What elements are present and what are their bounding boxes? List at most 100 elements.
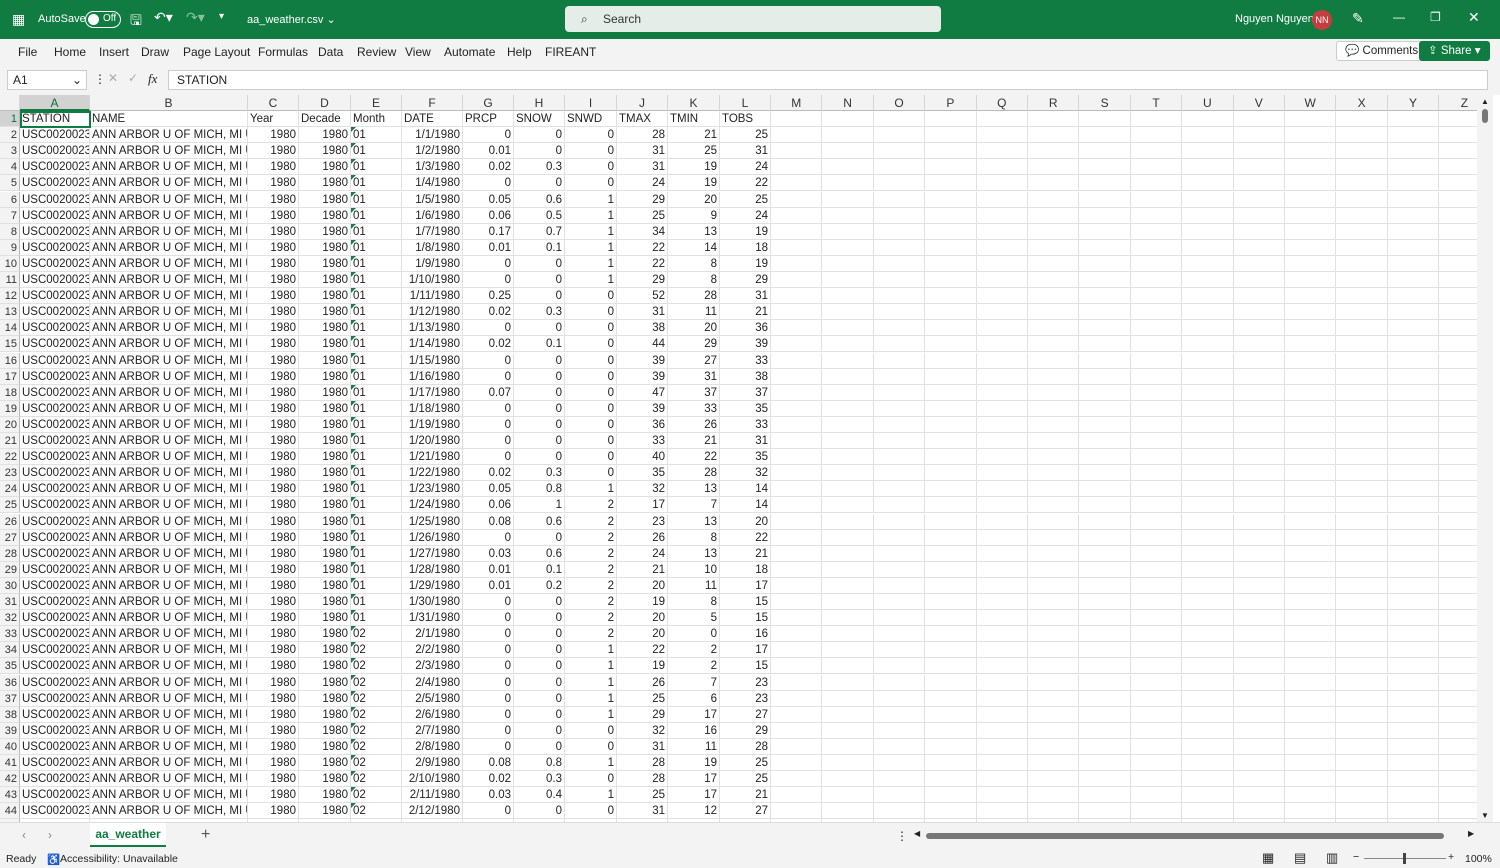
cell[interactable]: ANN ARBOR U OF MICH, MI US bbox=[90, 143, 248, 160]
cell[interactable]: 0 bbox=[463, 352, 514, 369]
cell[interactable] bbox=[925, 787, 977, 804]
cell[interactable] bbox=[1182, 352, 1234, 369]
cell[interactable] bbox=[771, 626, 823, 643]
customize-toolbar-icon[interactable]: ▾ bbox=[219, 11, 224, 22]
cell[interactable] bbox=[1336, 304, 1388, 321]
cell[interactable]: 1980 bbox=[248, 223, 299, 240]
cell[interactable] bbox=[1028, 771, 1080, 788]
cell[interactable] bbox=[873, 481, 926, 498]
cell[interactable] bbox=[1439, 803, 1477, 820]
page-layout-view-icon[interactable]: ▤ bbox=[1294, 850, 1306, 866]
cell[interactable] bbox=[1182, 513, 1234, 530]
cell[interactable] bbox=[1285, 594, 1337, 611]
cell[interactable] bbox=[873, 207, 926, 224]
cell[interactable] bbox=[873, 191, 926, 208]
cell[interactable] bbox=[1439, 208, 1477, 224]
cell[interactable] bbox=[1285, 465, 1337, 482]
cell[interactable] bbox=[925, 513, 977, 530]
cell[interactable] bbox=[1439, 787, 1477, 804]
cell[interactable]: 1980 bbox=[248, 416, 299, 433]
cell[interactable]: DATE bbox=[402, 111, 463, 128]
cell[interactable] bbox=[873, 223, 926, 240]
cell[interactable] bbox=[1233, 658, 1285, 675]
cell[interactable] bbox=[1130, 481, 1183, 498]
cell[interactable] bbox=[771, 561, 823, 578]
cell[interactable] bbox=[1336, 433, 1388, 450]
cell[interactable]: 1980 bbox=[299, 368, 351, 385]
cell[interactable] bbox=[1028, 642, 1080, 659]
cell[interactable]: 0 bbox=[565, 400, 617, 417]
cell[interactable] bbox=[822, 191, 874, 208]
cell[interactable] bbox=[1439, 433, 1477, 450]
cell[interactable] bbox=[873, 545, 926, 562]
cell[interactable] bbox=[1130, 175, 1183, 192]
cell[interactable]: 1 bbox=[565, 690, 617, 707]
cell[interactable] bbox=[1079, 239, 1131, 256]
cell[interactable]: 02 bbox=[351, 642, 402, 659]
cell[interactable]: 29 bbox=[720, 722, 771, 739]
cell[interactable]: 2 bbox=[565, 497, 617, 514]
cell[interactable] bbox=[1387, 594, 1440, 611]
cell[interactable]: 36 bbox=[617, 416, 668, 433]
cell[interactable]: 1980 bbox=[248, 755, 299, 772]
cell[interactable]: ANN ARBOR U OF MICH, MI US bbox=[90, 610, 248, 627]
cell[interactable] bbox=[822, 336, 874, 353]
row-header[interactable]: 35 bbox=[0, 658, 20, 675]
cell[interactable] bbox=[1387, 642, 1440, 659]
cell[interactable] bbox=[1182, 143, 1234, 160]
cell[interactable] bbox=[925, 384, 977, 401]
cell[interactable]: ANN ARBOR U OF MICH, MI US bbox=[90, 529, 248, 546]
cell[interactable]: 17 bbox=[720, 577, 771, 594]
cell[interactable] bbox=[1387, 674, 1440, 691]
cell[interactable] bbox=[822, 320, 874, 337]
cell[interactable] bbox=[1028, 239, 1080, 256]
cell[interactable] bbox=[1079, 771, 1131, 788]
cell[interactable] bbox=[1387, 352, 1440, 369]
cell[interactable] bbox=[1130, 127, 1183, 144]
cell[interactable]: 1/24/1980 bbox=[402, 497, 463, 514]
cell[interactable] bbox=[976, 803, 1028, 820]
cell[interactable]: 1/11/1980 bbox=[402, 288, 463, 305]
cell[interactable]: USC00200230 bbox=[20, 610, 90, 627]
cell[interactable] bbox=[1336, 127, 1388, 144]
cell[interactable] bbox=[1336, 497, 1388, 514]
cell[interactable]: 01 bbox=[351, 336, 402, 353]
cell[interactable]: 1980 bbox=[299, 416, 351, 433]
save-icon[interactable]: 🖫 bbox=[130, 10, 142, 34]
cell[interactable] bbox=[1130, 368, 1183, 385]
row-header[interactable]: 9 bbox=[0, 239, 20, 256]
cell[interactable] bbox=[1387, 304, 1440, 321]
cell[interactable] bbox=[1130, 239, 1183, 256]
cell[interactable]: 28 bbox=[617, 771, 668, 788]
cell[interactable]: ANN ARBOR U OF MICH, MI US bbox=[90, 400, 248, 417]
cell[interactable] bbox=[1336, 352, 1388, 369]
cell[interactable]: 32 bbox=[617, 722, 668, 739]
cell[interactable] bbox=[1028, 304, 1080, 321]
cell[interactable] bbox=[873, 159, 926, 176]
menu-insert[interactable]: Insert bbox=[99, 45, 129, 59]
cell[interactable] bbox=[1130, 465, 1183, 482]
page-break-view-icon[interactable]: ▥ bbox=[1326, 850, 1338, 866]
cell[interactable] bbox=[1285, 626, 1337, 643]
cell[interactable]: 1 bbox=[565, 272, 617, 289]
menu-automate[interactable]: Automate bbox=[444, 45, 495, 59]
cell[interactable] bbox=[1336, 207, 1388, 224]
cell[interactable]: 22 bbox=[720, 529, 771, 546]
cell[interactable] bbox=[1130, 738, 1183, 755]
cell[interactable]: 24 bbox=[617, 545, 668, 562]
cell[interactable]: ANN ARBOR U OF MICH, MI US bbox=[90, 755, 248, 772]
cell[interactable]: 19 bbox=[668, 175, 720, 192]
cell[interactable] bbox=[1233, 755, 1285, 772]
cell[interactable] bbox=[1439, 642, 1477, 659]
cell[interactable] bbox=[1233, 111, 1285, 128]
cell[interactable]: ANN ARBOR U OF MICH, MI US bbox=[90, 674, 248, 691]
cell[interactable]: 1980 bbox=[248, 352, 299, 369]
row-header[interactable]: 2 bbox=[0, 127, 20, 144]
cell[interactable]: USC00200230 bbox=[20, 288, 90, 305]
cell[interactable] bbox=[771, 722, 823, 739]
cell[interactable] bbox=[1285, 610, 1337, 627]
cell[interactable] bbox=[1079, 674, 1131, 691]
cell[interactable] bbox=[976, 255, 1028, 272]
cell[interactable]: 01 bbox=[351, 368, 402, 385]
cell[interactable]: 0 bbox=[463, 320, 514, 337]
